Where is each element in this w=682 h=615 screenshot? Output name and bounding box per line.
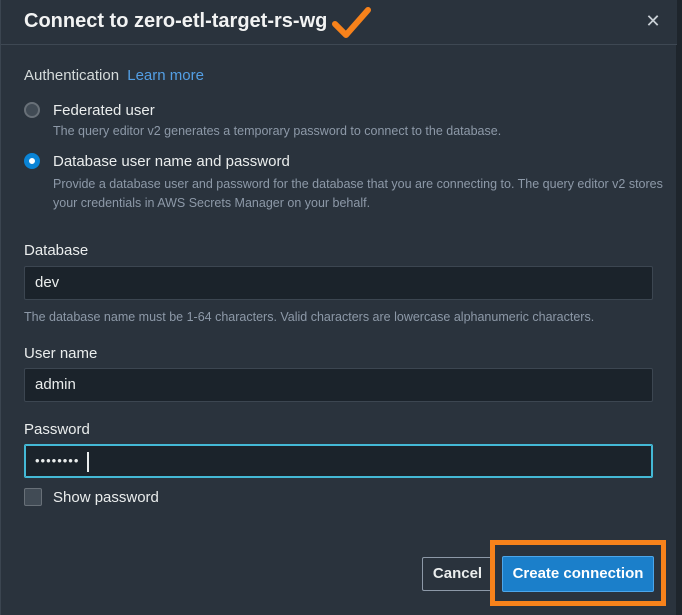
password-label: Password xyxy=(24,421,90,438)
username-input[interactable]: admin xyxy=(24,368,653,402)
database-label: Database xyxy=(24,242,89,259)
connect-dialog: Connect to zero-etl-target-rs-wg ✕ Authe… xyxy=(0,0,682,615)
show-password-label[interactable]: Show password xyxy=(53,489,159,506)
close-icon[interactable]: ✕ xyxy=(641,10,665,34)
password-value: •••••••• xyxy=(35,453,80,468)
radio-federated-user[interactable] xyxy=(24,102,40,118)
database-credentials-description: Provide a database user and password for… xyxy=(53,177,663,210)
password-input[interactable]: •••••••• xyxy=(24,444,653,478)
authentication-label: Authentication Learn more xyxy=(24,67,204,84)
database-hint: The database name must be 1-64 character… xyxy=(24,310,595,324)
learn-more-link[interactable]: Learn more xyxy=(127,67,204,84)
authentication-heading: Authentication xyxy=(24,67,120,84)
cancel-button[interactable]: Cancel xyxy=(422,557,493,591)
text-caret xyxy=(87,452,89,472)
checkmark-icon xyxy=(332,7,371,38)
database-credentials-label[interactable]: Database user name and password xyxy=(53,153,290,170)
radio-database-credentials[interactable] xyxy=(24,153,40,169)
dialog-header: Connect to zero-etl-target-rs-wg ✕ xyxy=(1,0,677,45)
create-connection-button[interactable]: Create connection xyxy=(502,556,654,592)
database-input[interactable]: dev xyxy=(24,266,653,300)
show-password-checkbox[interactable] xyxy=(24,488,42,506)
dialog-title: Connect to zero-etl-target-rs-wg xyxy=(24,10,328,32)
federated-user-label[interactable]: Federated user xyxy=(53,102,155,119)
federated-user-description: The query editor v2 generates a temporar… xyxy=(53,124,502,138)
username-label: User name xyxy=(24,345,98,362)
